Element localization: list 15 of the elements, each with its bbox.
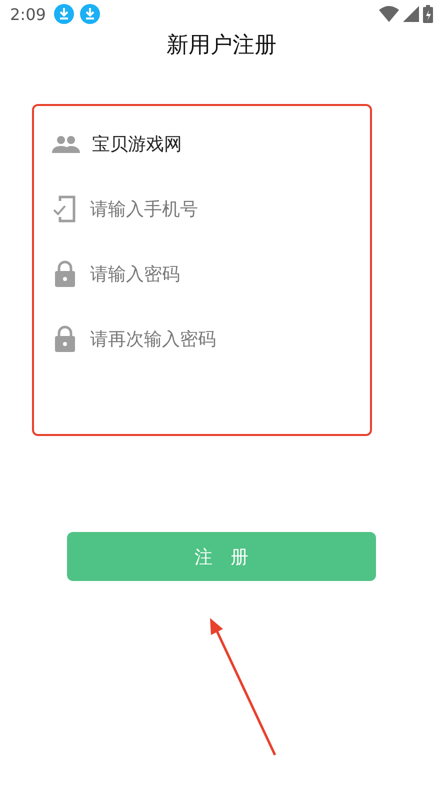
phone-check-icon [52,195,78,223]
page-title: 新用户注册 [166,32,276,60]
download-icon [80,4,100,24]
phone-field[interactable]: 请输入手机号 [90,198,330,220]
password-field[interactable]: 请再次输入密码 [90,328,330,350]
people-icon [52,135,80,153]
download-icon [54,4,74,24]
lock-icon [52,325,78,353]
username-field[interactable]: 宝贝游戏网 [92,134,332,154]
password-field[interactable]: 请输入密码 [90,264,330,284]
battery-icon [423,5,433,23]
wifi-icon [379,6,399,22]
lock-icon [52,260,78,288]
status-time: 2:09 [10,4,46,24]
signal-icon [403,6,419,22]
